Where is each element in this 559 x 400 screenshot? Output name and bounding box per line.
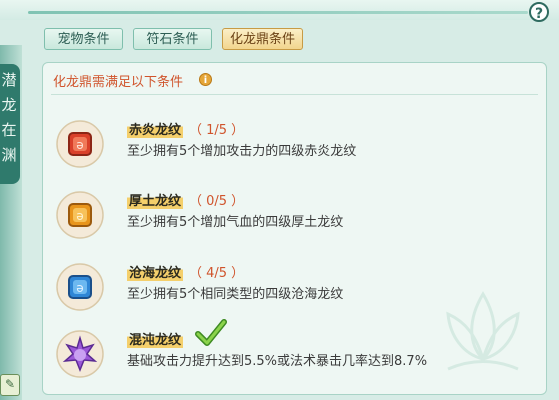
side-title-char: 潜 [1, 71, 17, 89]
condition-description: 至少拥有5个增加攻击力的四级赤炎龙纹 [127, 144, 357, 159]
side-title: 潜 龙 在 渊 [0, 64, 20, 184]
top-band [0, 0, 559, 20]
side-title-char: 龙 [1, 96, 17, 114]
purple-gem-icon [55, 329, 105, 379]
red-gem-icon: ǝ [55, 119, 105, 169]
condition-description: 至少拥有5个相同类型的四级沧海龙纹 [127, 287, 344, 302]
info-icon[interactable]: i [199, 73, 212, 86]
orange-gem-icon: ǝ [55, 190, 105, 240]
condition-progress: （ 0/5 ） [189, 194, 245, 209]
condition-description: 基础攻击力提升达到5.5%或法术暴击几率达到8.7% [127, 354, 428, 369]
condition-progress: （ 4/5 ） [189, 266, 245, 281]
edit-icon[interactable]: ✎ [0, 374, 20, 396]
tab-rune-conditions[interactable]: 符石条件 [133, 28, 212, 50]
condition-row: 混沌龙纹 基础攻击力提升达到5.5%或法术暴击几率达到8.7% [43, 319, 546, 394]
condition-name: 混沌龙纹 [127, 329, 184, 348]
top-decorative-line [28, 11, 528, 14]
condition-row: ǝ 厚土龙纹 （ 0/5 ） 至少拥有5个增加气血的四级厚土龙纹 [43, 190, 546, 260]
svg-text:ǝ: ǝ [76, 138, 83, 152]
help-button[interactable]: ? [529, 2, 549, 22]
blue-gem-icon: ǝ [55, 262, 105, 312]
tab-pet-conditions[interactable]: 宠物条件 [44, 28, 123, 50]
panel-title: 化龙鼎需满足以下条件 [53, 75, 184, 90]
condition-name: 沧海龙纹 [127, 262, 184, 281]
condition-description: 至少拥有5个增加气血的四级厚土龙纹 [127, 215, 344, 230]
conditions-panel: 化龙鼎需满足以下条件 i ǝ 赤炎龙纹 （ 1/5 ） 至少拥有5个增加攻击力的… [42, 62, 547, 395]
condition-progress: （ 1/5 ） [189, 123, 245, 138]
svg-text:ǝ: ǝ [76, 281, 83, 295]
panel-divider [51, 94, 538, 95]
condition-name: 厚土龙纹 [127, 190, 184, 209]
condition-name: 赤炎龙纹 [127, 119, 184, 138]
condition-row: ǝ 沧海龙纹 （ 4/5 ） 至少拥有5个相同类型的四级沧海龙纹 [43, 262, 546, 332]
side-title-char: 渊 [1, 146, 17, 164]
side-title-char: 在 [1, 121, 17, 139]
checkmark-icon [195, 319, 227, 346]
condition-row: ǝ 赤炎龙纹 （ 1/5 ） 至少拥有5个增加攻击力的四级赤炎龙纹 [43, 119, 546, 189]
svg-text:ǝ: ǝ [76, 209, 83, 223]
question-icon: ? [534, 6, 544, 22]
tab-dragon-cauldron-conditions[interactable]: 化龙鼎条件 [222, 28, 303, 50]
